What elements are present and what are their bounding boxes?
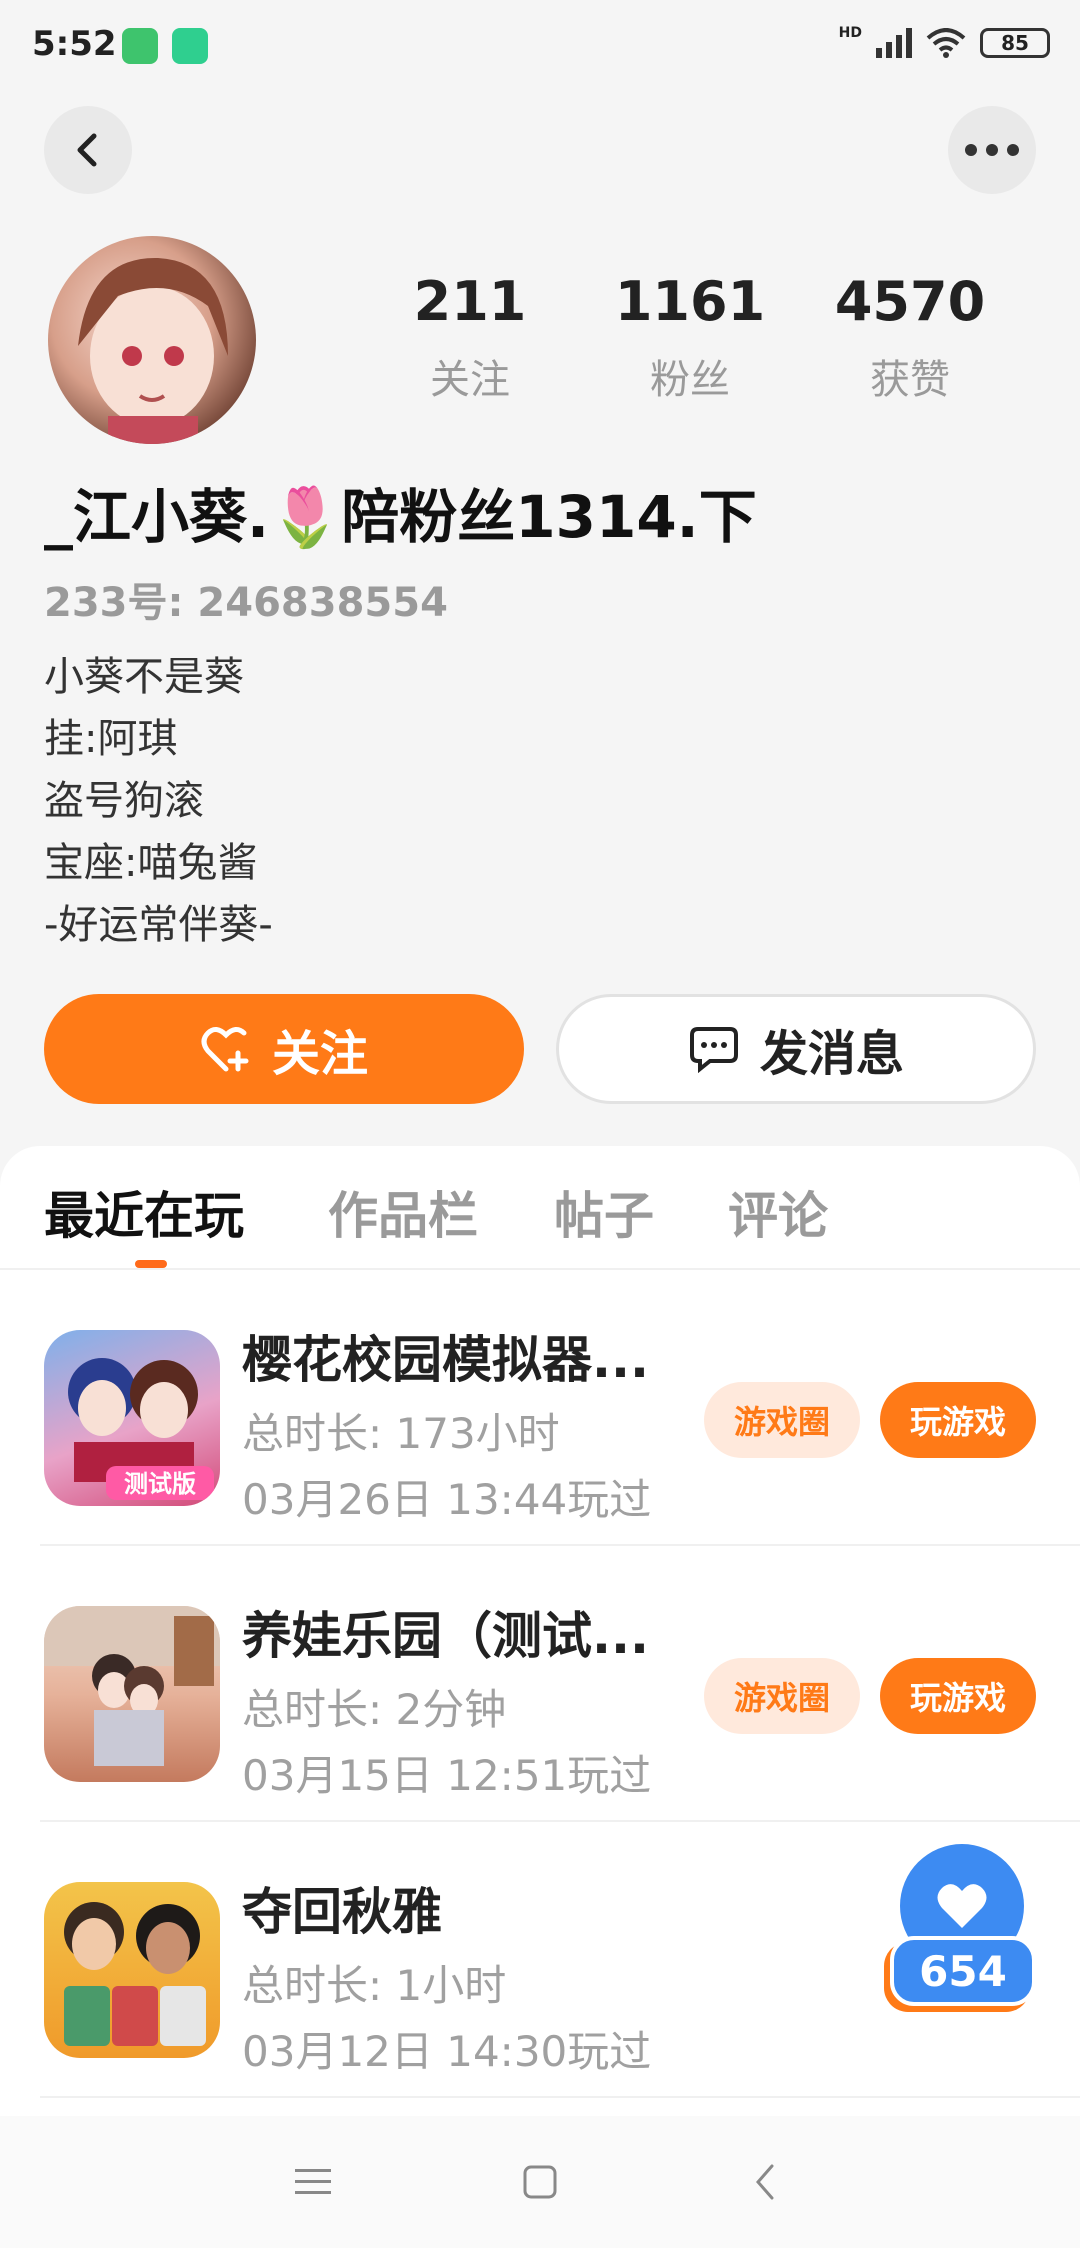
wifi-icon [926,28,966,58]
like-count: 654 [890,1936,1036,2006]
game-title: 樱花校园模拟器... [242,1331,649,1389]
avatar[interactable] [48,236,256,444]
game-title: 养娃乐园（测试... [242,1607,649,1665]
game-duration: 总时长: 2分钟 [242,1685,507,1734]
notification-app-icon [172,28,208,64]
menu-lines-icon [295,2169,331,2194]
profile-bio: 小葵不是葵 挂:阿琪 盗号狗滚 宝座:喵兔酱 -好运常伴葵- [44,646,273,956]
message-label: 发消息 [759,1026,904,1082]
game-duration: 总时长: 1小时 [242,1961,507,2010]
tab-posts[interactable]: 帖子 [554,1176,654,1248]
home-button[interactable] [514,2156,566,2208]
notification-app-icon [122,28,158,64]
divider [40,2096,1080,2098]
stat-value: 4570 [834,270,986,333]
bio-line: -好运常伴葵- [44,902,273,948]
menu-button[interactable] [287,2156,339,2208]
stat-value: 211 [413,270,527,333]
home-square-icon [523,2165,557,2199]
battery-icon: 85 [980,28,1050,58]
stat-label: 粉丝 [650,357,730,403]
game-row[interactable]: 养娃乐园（测试... 总时长: 2分钟 03月15日 12:51玩过 游戏圈 玩… [0,1546,1080,1822]
status-time: 5:52 [32,24,117,64]
bio-line: 盗号狗滚 [44,778,204,824]
chat-bubble-icon [689,1027,738,1073]
system-nav-bar [0,2116,1080,2248]
game-icon [44,1882,220,2058]
tab-bar: 最近在玩 作品栏 帖子 评论 [0,1146,1080,1270]
stat-likes[interactable]: 4570 获赞 [820,270,1000,405]
message-button[interactable]: 发消息 [556,994,1036,1104]
stat-label: 获赞 [870,357,950,403]
back-button[interactable] [44,106,132,194]
status-bar: 5:52 HD 85 [0,0,1080,96]
follow-label: 关注 [271,1026,368,1082]
signal-icon [876,28,912,58]
stat-label: 关注 [430,357,510,403]
play-game-button[interactable]: 玩游戏 [880,1382,1036,1458]
avatar-illustration [78,257,228,444]
more-dots-icon [965,144,1019,156]
game-title: 夺回秋雅 [242,1883,442,1941]
active-tab-indicator [135,1260,167,1268]
tab-comments[interactable]: 评论 [728,1176,828,1248]
bio-line: 挂:阿琪 [44,716,178,762]
game-icon [44,1606,220,1782]
tab-recent-played[interactable]: 最近在玩 [44,1176,244,1248]
bio-line: 小葵不是葵 [44,654,244,700]
stat-value: 1161 [614,270,766,333]
game-circle-button[interactable]: 游戏圈 [704,1658,860,1734]
game-duration: 总时长: 173小时 [242,1409,560,1458]
profile-stats: 211 关注 1161 粉丝 4570 获赞 [380,270,1000,405]
game-last-played: 03月15日 12:51玩过 [242,1751,652,1800]
profile-name: _江小葵.🌷陪粉丝1314.下 [44,483,757,551]
game-last-played: 03月12日 14:30玩过 [242,2027,652,2076]
heart-plus-icon [201,1027,249,1072]
heart-icon [937,1884,987,1928]
network-type: HD [838,25,862,41]
more-button[interactable] [948,106,1036,194]
chevron-left-icon [77,133,97,167]
game-last-played: 03月26日 13:44玩过 [242,1475,652,1524]
chevron-left-icon [756,2164,774,2200]
status-indicators: HD 85 [838,25,1050,58]
stat-fans[interactable]: 1161 粉丝 [600,270,780,405]
floating-like-button[interactable]: 654 [890,1844,1040,2014]
follow-button[interactable]: 关注 [44,994,524,1104]
profile-uid: 233号: 246838554 [44,580,448,626]
game-circle-button[interactable]: 游戏圈 [704,1382,860,1458]
tab-works[interactable]: 作品栏 [328,1176,478,1248]
bio-line: 宝座:喵兔酱 [44,840,258,886]
system-back-button[interactable] [738,2156,790,2208]
game-icon: 测试版 [44,1330,220,1506]
play-game-button[interactable]: 玩游戏 [880,1658,1036,1734]
game-row[interactable]: 测试版 樱花校园模拟器... 总时长: 173小时 03月26日 13:44玩过… [0,1270,1080,1546]
game-icon-badge: 测试版 [124,1470,196,1498]
stat-following[interactable]: 211 关注 [380,270,560,405]
